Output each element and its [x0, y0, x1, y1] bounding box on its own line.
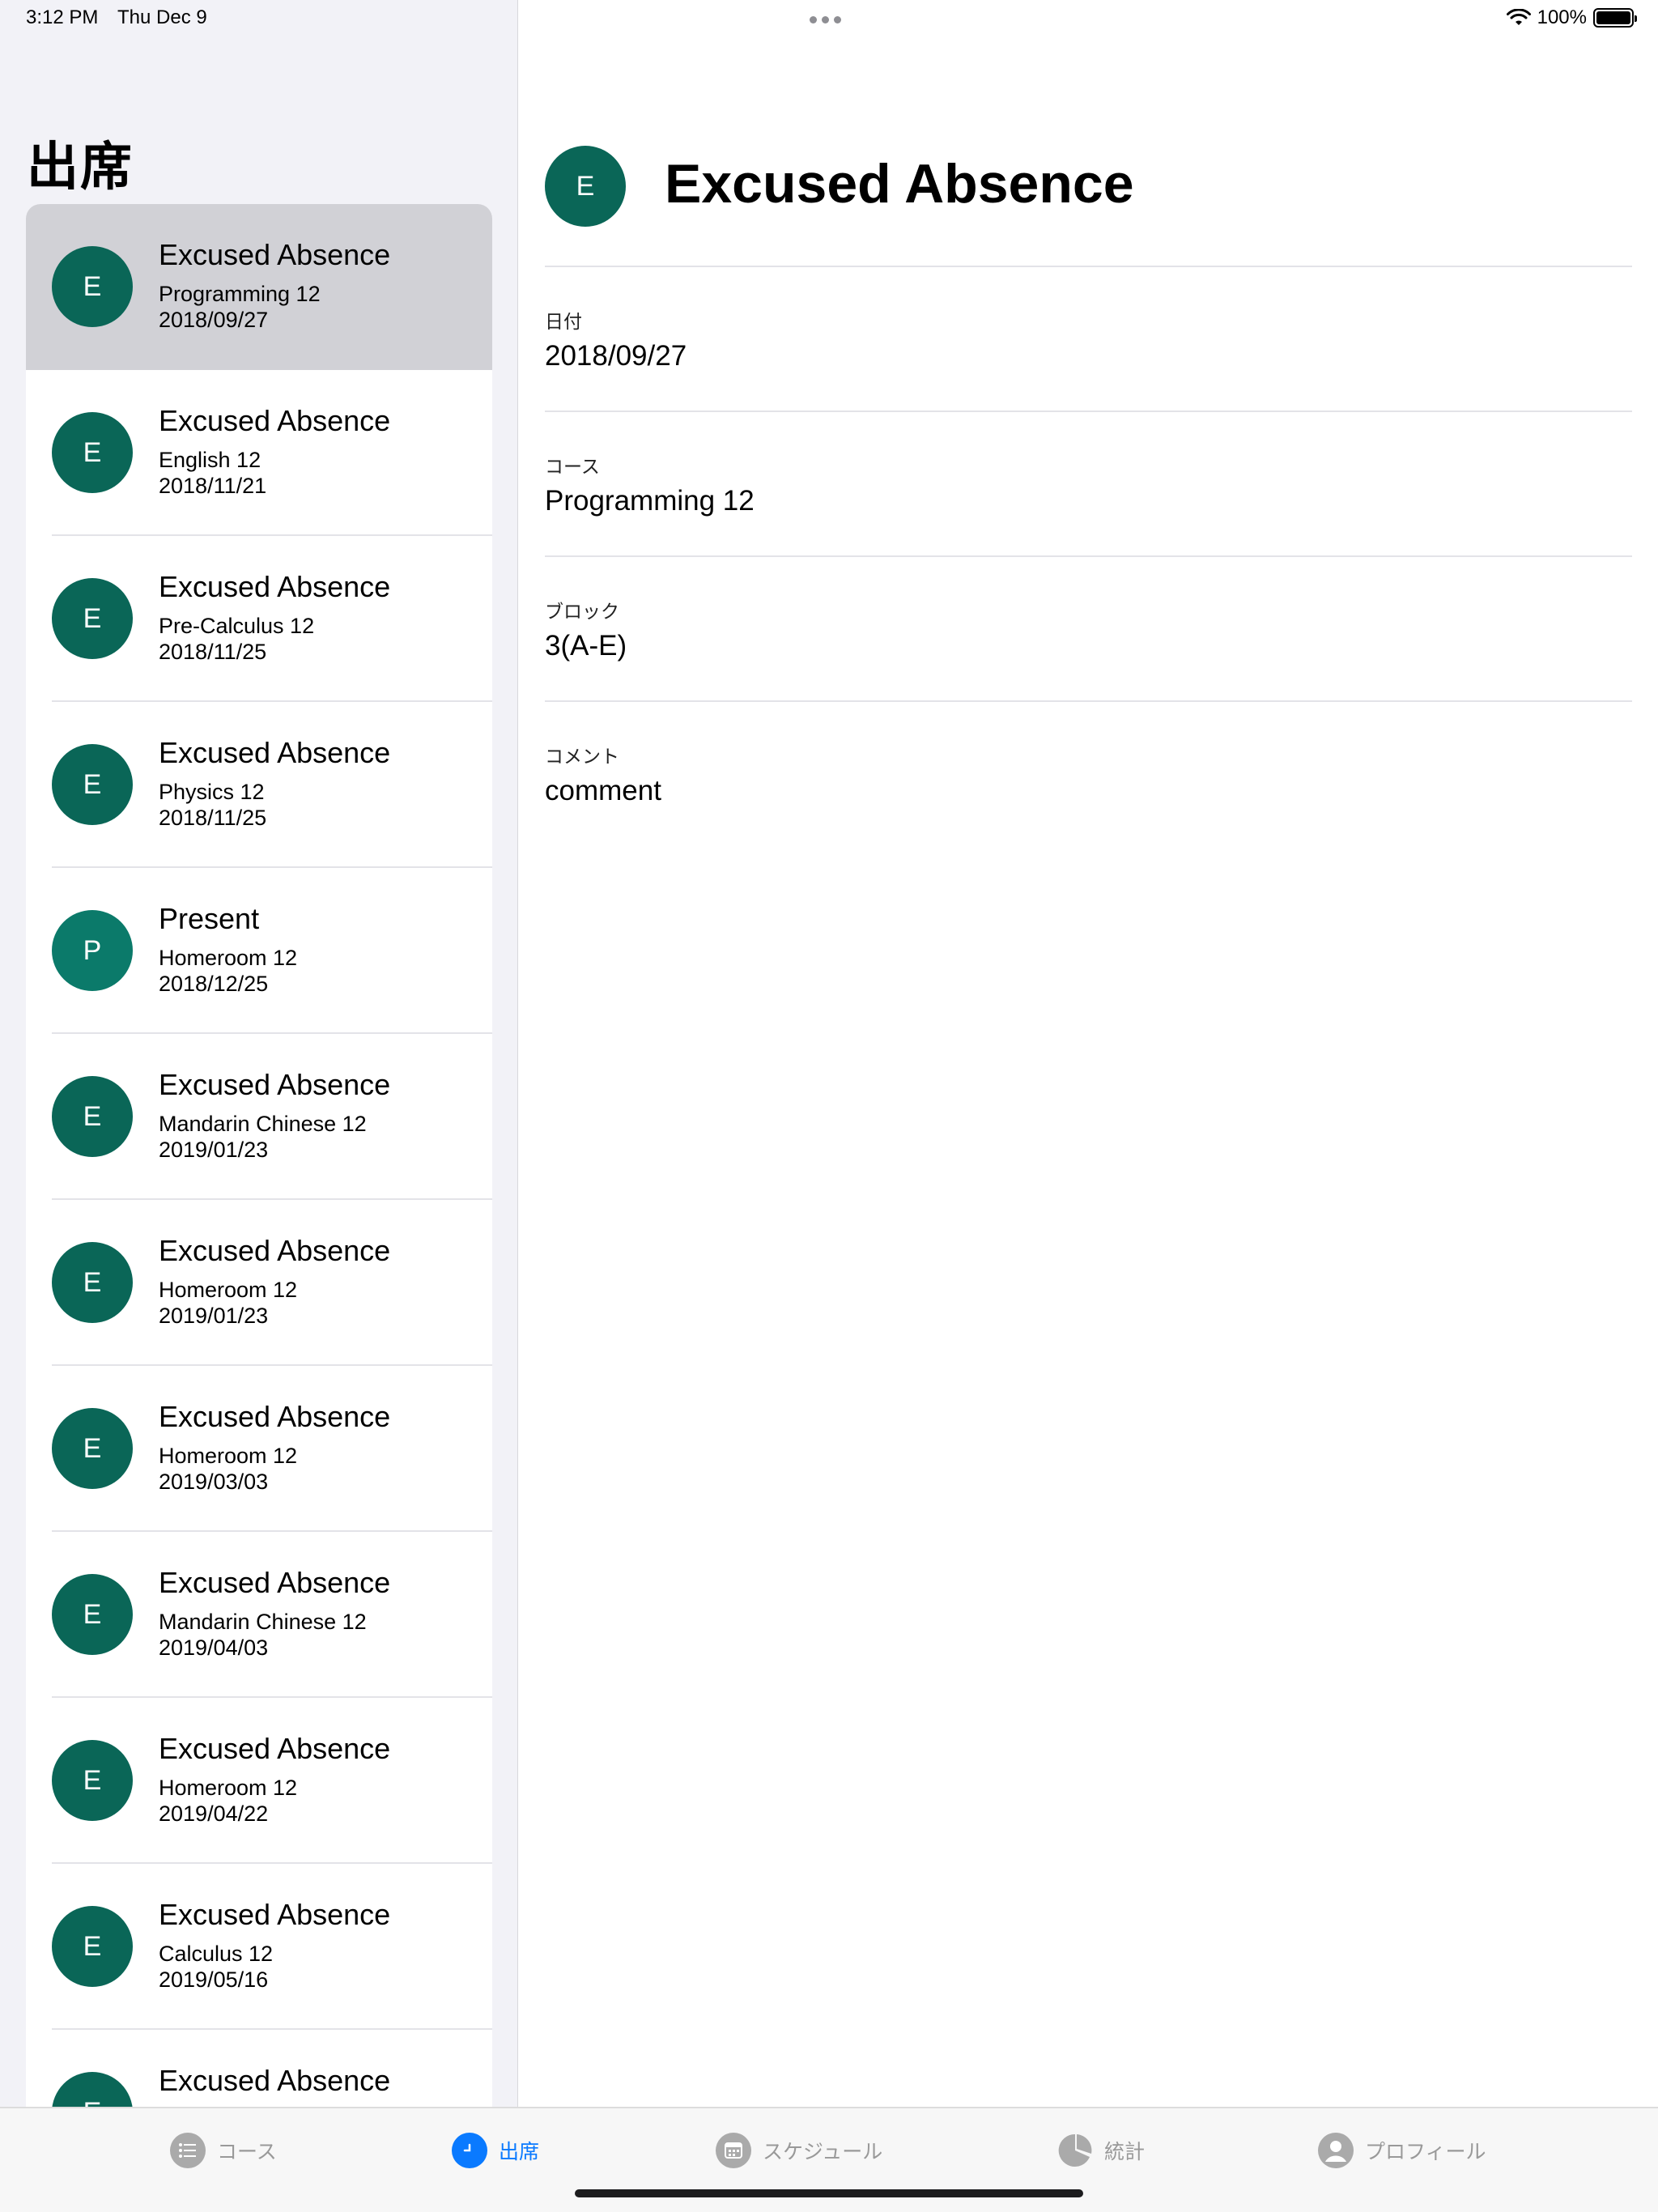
detail-title: Excused Absence	[665, 153, 1134, 215]
item-date: 2019/01/23	[159, 1304, 269, 1328]
tab-schedule[interactable]: スケジュール	[716, 2133, 882, 2168]
tab-label: コース	[217, 2141, 277, 2163]
list-item[interactable]: E Excused Absence Homeroom 12 2019/01/23	[26, 1200, 492, 1366]
avatar: E	[52, 1408, 133, 1489]
date-value: 2018/09/27	[545, 340, 687, 372]
status-time: 3:12 PM	[26, 6, 99, 28]
list-item[interactable]: E Excused Absence English 12 2018/11/21	[26, 370, 492, 536]
date-label: 日付	[545, 311, 582, 332]
course-label: コース	[545, 456, 600, 477]
sidebar: 出席 E Excused Absence Programming 12 2018…	[0, 0, 518, 2107]
avatar: E	[52, 412, 133, 493]
tab-label: スケジュール	[763, 2141, 883, 2163]
list-icon	[170, 2133, 206, 2168]
avatar: E	[52, 1906, 133, 1987]
item-date: 2018/09/27	[159, 308, 269, 332]
avatar: E	[52, 1574, 133, 1655]
list-item[interactable]: E Excused Absence Mandarin Chinese 12 20…	[26, 1034, 492, 1200]
item-status: Excused Absence	[159, 1732, 391, 1765]
list-item[interactable]: E Excused Absence Mandarin Chinese 12 20…	[26, 1532, 492, 1698]
avatar: E	[52, 1242, 133, 1323]
list-item[interactable]: E Excused Absence Physics 12 2018/11/25	[26, 702, 492, 868]
list-item[interactable]: E Excused Absence Pre-Calculus 12 2018/1…	[26, 536, 492, 702]
avatar: E	[52, 744, 133, 825]
course-value: Programming 12	[545, 485, 755, 517]
list-item[interactable]: E Excused Absence Homeroom 12 2019/04/22	[26, 1698, 492, 1864]
item-status: Present	[159, 902, 260, 935]
detail-divider	[545, 266, 1632, 267]
calendar-icon	[716, 2133, 751, 2168]
item-date: 2019/04/22	[159, 1802, 269, 1826]
tab-attendance[interactable]: 出席	[452, 2133, 539, 2168]
tab-label: プロフィール	[1365, 2141, 1486, 2163]
list-item[interactable]: E Excused Absence Programming 12 2018/09…	[26, 204, 492, 370]
item-date: 2019/04/03	[159, 1636, 269, 1660]
list-item[interactable]: E Excused Absence	[26, 2030, 492, 2107]
item-status: Excused Absence	[159, 238, 391, 271]
list-item[interactable]: E Excused Absence Calculus 12 2019/05/16	[26, 1864, 492, 2030]
tab-label: 出席	[499, 2141, 540, 2163]
item-status: Excused Absence	[159, 1566, 391, 1599]
tab-stats[interactable]: 統計	[1057, 2133, 1145, 2168]
item-date: 2018/11/25	[159, 806, 267, 830]
status-date: Thu Dec 9	[117, 6, 207, 28]
item-date: 2019/03/03	[159, 1470, 269, 1494]
item-date: 2018/12/25	[159, 972, 269, 996]
pie-chart-icon	[1057, 2133, 1093, 2168]
item-status: Excused Absence	[159, 570, 391, 603]
item-date: 2019/01/23	[159, 1138, 269, 1162]
clock-icon	[452, 2133, 487, 2168]
detail-divider	[545, 410, 1632, 412]
block-value: 3(A-E)	[545, 630, 627, 661]
item-status: Excused Absence	[159, 1234, 391, 1267]
attendance-list: E Excused Absence Programming 12 2018/09…	[26, 204, 492, 2107]
tab-profile[interactable]: プロフィール	[1318, 2133, 1486, 2168]
item-status: Excused Absence	[159, 1400, 391, 1433]
item-date: 2018/11/21	[159, 474, 267, 498]
sidebar-title: 出席	[27, 138, 134, 196]
avatar: E	[52, 2072, 133, 2107]
home-indicator[interactable]	[575, 2189, 1083, 2197]
item-course: Mandarin Chinese 12	[159, 1610, 367, 1634]
comment-label: コメント	[545, 746, 619, 767]
comment-value: comment	[545, 775, 661, 806]
person-icon	[1318, 2133, 1354, 2168]
item-course: Homeroom 12	[159, 946, 298, 970]
item-status: Excused Absence	[159, 736, 391, 769]
detail-pane: E Excused Absence 日付 2018/09/27 コース Prog…	[519, 0, 1658, 2107]
avatar: E	[52, 1740, 133, 1821]
item-course: Homeroom 12	[159, 1776, 298, 1800]
tab-label: 統計	[1104, 2141, 1146, 2163]
tab-courses[interactable]: コース	[170, 2133, 277, 2168]
block-label: ブロック	[545, 601, 619, 622]
item-course: Calculus 12	[159, 1942, 274, 1966]
item-status: Excused Absence	[159, 1898, 391, 1931]
item-course: Pre-Calculus 12	[159, 614, 315, 638]
item-status: Excused Absence	[159, 2064, 391, 2097]
detail-avatar: E	[545, 146, 626, 227]
item-status: Excused Absence	[159, 1068, 391, 1101]
item-date: 2019/05/16	[159, 1967, 269, 1992]
item-course: Homeroom 12	[159, 1444, 298, 1468]
list-item[interactable]: P Present Homeroom 12 2018/12/25	[26, 868, 492, 1034]
item-course: Programming 12	[159, 282, 321, 306]
detail-divider	[545, 700, 1632, 702]
avatar: E	[52, 578, 133, 659]
item-status: Excused Absence	[159, 404, 391, 437]
avatar: P	[52, 910, 133, 991]
avatar: E	[52, 1076, 133, 1157]
item-course: Homeroom 12	[159, 1278, 298, 1302]
avatar: E	[52, 246, 133, 327]
detail-divider	[545, 555, 1632, 557]
item-course: English 12	[159, 448, 261, 472]
item-date: 2018/11/25	[159, 640, 267, 664]
item-course: Physics 12	[159, 780, 265, 804]
list-item[interactable]: E Excused Absence Homeroom 12 2019/03/03	[26, 1366, 492, 1532]
item-course: Mandarin Chinese 12	[159, 1112, 367, 1136]
